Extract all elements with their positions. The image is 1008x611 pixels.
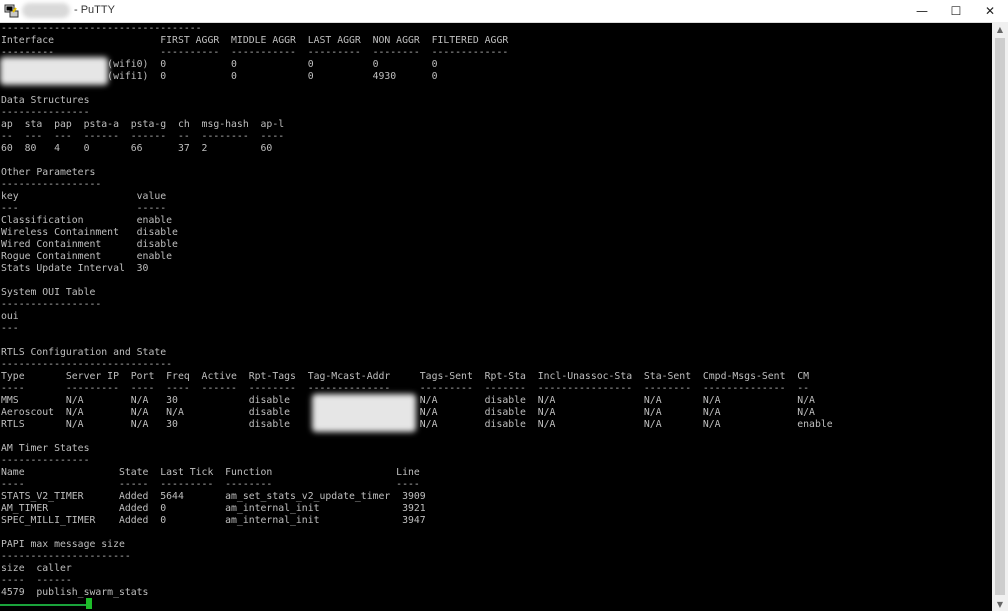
scroll-down-icon[interactable]: ▼ [992,597,1008,611]
close-icon: ✕ [984,4,996,18]
terminal-line: -- --- --- ------ ------ -- -------- ---… [1,131,285,142]
terminal-line: STATS_V2_TIMER Added 5644 am_set_stats_v… [1,491,426,502]
terminal-line: Interface FIRST AGGR MIDDLE AGGR LAST AG… [1,35,509,46]
terminal-line: Type Server IP Port Freq Active Rpt-Tags… [1,371,810,382]
terminal-line: Wireless Containment disable [1,227,178,238]
terminal-line: RTLS Configuration and State [1,347,167,358]
scroll-up-icon[interactable]: ▲ [992,22,1008,36]
redacted-mcast-addresses [312,394,416,432]
terminal-line: AM_TIMER Added 0 am_internal_init 3921 [1,503,426,514]
redacted-hostname [22,3,70,18]
terminal-line: Rogue Containment enable [1,251,173,262]
redacted-interface-names [0,57,108,85]
terminal-line: --------------- [1,455,90,466]
terminal-line: SPEC_MILLI_TIMER Added 0 am_internal_ini… [1,515,426,526]
minimize-icon: — [916,4,928,18]
prompt-highlight [0,604,86,606]
terminal-line: size caller [1,563,72,574]
terminal-line: ---- ------ [1,575,72,586]
terminal-line: 4579 publish_swarm_stats [1,587,149,598]
terminal-line: RTLS N/A N/A 30 disable N/A disable N/A … [1,419,833,430]
terminal-line: AM Timer States [1,443,90,454]
terminal-line: Classification enable [1,215,173,226]
terminal-line: --------------- [1,107,90,118]
terminal-line: Wired Containment disable [1,239,178,250]
terminal-line: PAPI max message size [1,539,125,550]
terminal-line: ---------------------------------- [1,23,202,34]
terminal-line: ----------------- [1,299,102,310]
title-bar: - PuTTY — ☐ ✕ [0,0,1008,23]
terminal-line: key value [1,191,167,202]
terminal-line: oui [1,311,19,322]
minimize-button[interactable]: — [905,0,939,22]
terminal-output[interactable]: ---------------------------------- Interf… [0,23,992,611]
terminal-line: ----------------- [1,179,102,190]
terminal-line: ap sta pap psta-a psta-g ch msg-hash ap-… [1,119,285,130]
terminal-line: ----------------------------- [1,359,173,370]
window-title: - PuTTY [74,4,115,16]
terminal-line: ---- ----- --------- -------- ---- [1,479,420,490]
terminal-line: Name State Last Tick Function Line [1,467,420,478]
terminal-line: Stats Update Interval 30 [1,263,149,274]
terminal-line: ---------------------- [1,551,131,562]
terminal-line: System OUI Table [1,287,96,298]
terminal-cursor [86,598,92,609]
terminal-line: --- ----- [1,203,167,214]
maximize-button[interactable]: ☐ [939,0,973,22]
terminal-line: 60 80 4 0 66 37 2 60 [1,143,273,154]
terminal-line: Other Parameters [1,167,96,178]
vertical-scrollbar[interactable]: ▲ ▼ [992,22,1008,611]
scrollbar-thumb[interactable] [995,38,1005,595]
terminal-line: Data Structures [1,95,90,106]
close-button[interactable]: ✕ [973,0,1007,22]
maximize-icon: ☐ [950,4,962,18]
putty-icon[interactable] [4,3,20,19]
terminal-line: --- [1,323,19,334]
